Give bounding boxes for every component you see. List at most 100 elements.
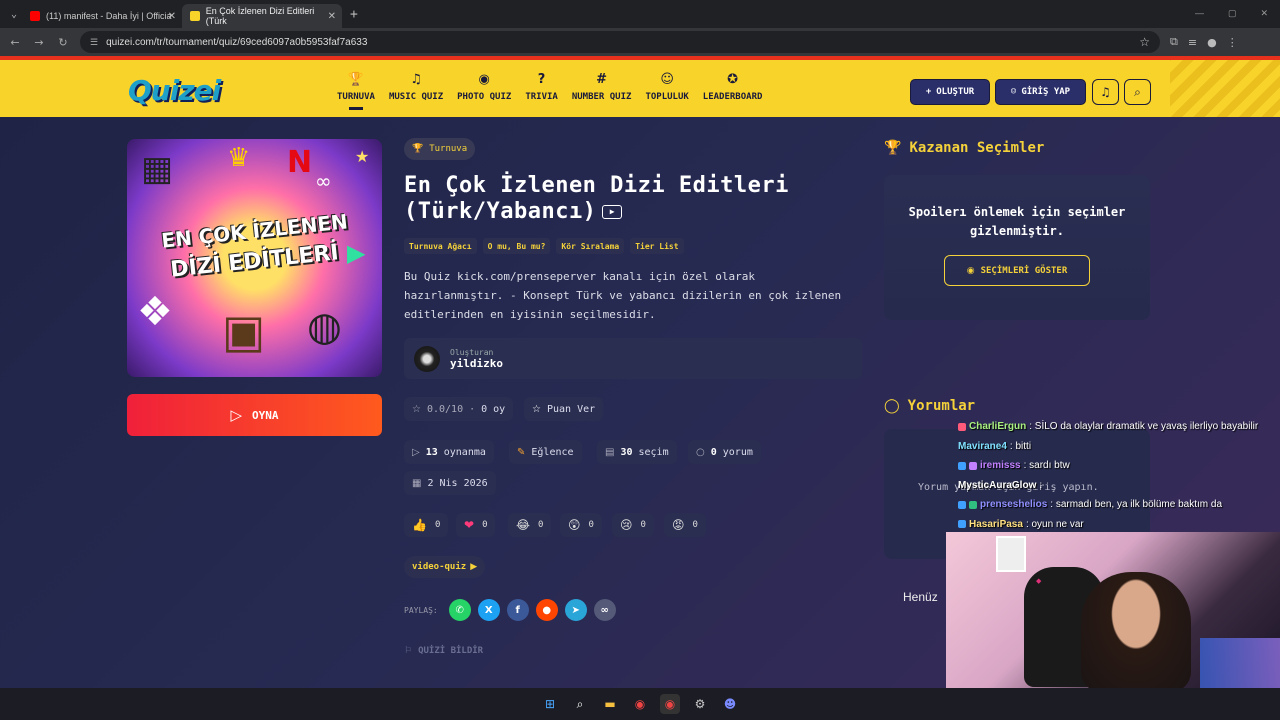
category-pill[interactable]: ✎ Eğlence	[509, 440, 582, 464]
music-icon: ♫	[410, 72, 422, 87]
webcam-overlay: ◆	[946, 532, 1280, 688]
creator-name: yildizko	[450, 356, 503, 370]
forward-icon[interactable]: →	[32, 36, 46, 49]
reaction-like[interactable]: 👍 0	[404, 513, 449, 537]
menu-icon[interactable]: ⋮	[1227, 36, 1238, 49]
sad-icon: 😢	[620, 518, 633, 532]
notifications-bell-icon[interactable]: ♫	[1092, 79, 1119, 105]
extensions-icon[interactable]: ⧉	[1170, 35, 1178, 49]
users-icon: ☺	[660, 72, 674, 87]
hash-icon: #	[596, 72, 608, 87]
site-header: Quizei 🏆 TURNUVA ♫ MUSIC QUIZ ◉ PHOTO QUIZ …	[0, 56, 1280, 117]
minimize-icon[interactable]: —	[1195, 8, 1204, 19]
facebook-icon[interactable]: f	[506, 599, 529, 621]
reload-icon[interactable]: ↻	[56, 36, 70, 49]
comments-label: yorum	[722, 446, 753, 458]
tab-bar: ⌄ (11) manifest - Daha İyi | Officia ✕ E…	[0, 0, 1280, 28]
plays-count: 13	[425, 446, 438, 458]
mode-tag[interactable]: O mu, Bu mu?	[482, 238, 551, 254]
nav-label: NUMBER QUIZ	[571, 92, 632, 102]
heart-icon: ❤	[464, 518, 475, 532]
show-choices-button[interactable]: ◉ SEÇİMLERİ GÖSTER	[944, 255, 1090, 286]
close-tab-icon[interactable]: ✕	[328, 11, 336, 22]
new-tab-icon[interactable]: +	[350, 7, 358, 22]
url-field[interactable]: ☰ quizei.com/tr/tournament/quiz/69ced609…	[80, 31, 1160, 53]
report-quiz-button[interactable]: ⚐ QUİZİ BİLDİR	[404, 646, 483, 656]
maximize-icon[interactable]: ▢	[1228, 8, 1237, 19]
reaction-sad[interactable]: 😢 0	[612, 513, 654, 537]
tab-search-icon[interactable]: ⌄	[6, 6, 22, 22]
chat-text: :	[1039, 479, 1043, 491]
tv-icon: ▣	[222, 304, 266, 358]
play-small-icon: ▶	[470, 562, 478, 572]
chrome-active-icon[interactable]: ◉	[660, 694, 680, 714]
nav-topluluk[interactable]: ☺ TOPLULUK	[638, 72, 695, 102]
nav-leaderboard[interactable]: ✪ LEADERBOARD	[696, 72, 770, 102]
date-pill: ▦ 2 Nis 2026	[404, 471, 496, 495]
windows-start-icon[interactable]: ⊞	[540, 694, 560, 714]
reaction-angry[interactable]: 😡 0	[664, 513, 706, 537]
star-icon: ★	[355, 147, 370, 166]
quizei-logo[interactable]: Quizei	[128, 74, 221, 107]
play-button[interactable]: ▷ OYNA	[127, 394, 382, 436]
close-window-icon[interactable]: ✕	[1260, 8, 1268, 19]
reddit-icon[interactable]: ●	[535, 599, 558, 621]
mode-tag[interactable]: Kör Sıralama	[556, 238, 625, 254]
comment-icon: ○	[696, 446, 705, 458]
wow-icon: 😲	[568, 518, 581, 532]
nav-trivia[interactable]: ? TRIVIA	[518, 72, 565, 102]
crown-icon: ♛	[227, 143, 251, 173]
reaction-count: 0	[482, 520, 488, 530]
media-icon[interactable]: ≡	[1188, 36, 1197, 49]
streamer	[1081, 572, 1191, 688]
search-icon[interactable]: ⌕	[570, 694, 590, 714]
reaction-count: 0	[692, 520, 698, 530]
reaction-count: 0	[588, 520, 594, 530]
profile-icon[interactable]: ●	[1207, 36, 1217, 49]
winners-panel: Spoilerı önlemek için seçimler gizlenmiş…	[884, 175, 1150, 320]
app-icon[interactable]: ⚙	[690, 694, 710, 714]
nav-label: PHOTO QUIZ	[457, 92, 512, 102]
spoiler-message: Spoilerı önlemek için seçimler gizlenmiş…	[908, 205, 1126, 238]
windows-taskbar: ⊞ ⌕ ▬ ◉ ◉ ⚙ ☻	[0, 688, 1280, 720]
chat-message: Mavirane4: bitti	[958, 437, 1280, 457]
reaction-wow[interactable]: 😲 0	[560, 513, 602, 537]
search-icon[interactable]: ⌕	[1124, 79, 1151, 105]
nav-number-quiz[interactable]: # NUMBER QUIZ	[565, 72, 639, 102]
whatsapp-icon[interactable]: ✆	[448, 599, 471, 621]
login-label: GİRİŞ YAP	[1021, 87, 1071, 97]
telegram-icon[interactable]: ➤	[564, 599, 587, 621]
trophy-icon: 🏆	[884, 140, 902, 156]
nav-label: TOPLULUK	[645, 92, 689, 102]
file-explorer-icon[interactable]: ▬	[600, 694, 620, 714]
gamepad-icon: ◍	[307, 304, 342, 350]
back-icon[interactable]: ←	[8, 36, 22, 49]
creator-card[interactable]: Oluşturan yildizko	[404, 338, 862, 379]
login-button[interactable]: ☺ GİRİŞ YAP	[995, 79, 1086, 105]
bookmark-star-icon[interactable]: ☆	[1139, 35, 1150, 49]
discord-icon[interactable]: ☻	[720, 694, 740, 714]
create-button[interactable]: + OLUŞTUR	[910, 79, 990, 105]
nav-photo-quiz[interactable]: ◉ PHOTO QUIZ	[450, 72, 518, 102]
site-info-icon[interactable]: ☰	[90, 37, 98, 48]
share-row: PAYLAŞ: ✆ X f ● ➤ ∞	[404, 599, 616, 621]
flag-icon: ⚐	[404, 646, 413, 656]
reaction-love[interactable]: ❤ 0	[456, 513, 496, 537]
category-icon: ✎	[517, 446, 526, 458]
henuz-text: Henüz	[903, 590, 938, 604]
mode-tag[interactable]: Turnuva Ağacı	[404, 238, 477, 254]
browser-tab-youtube[interactable]: (11) manifest - Daha İyi | Officia ✕	[22, 4, 182, 28]
angry-icon: 😡	[672, 518, 685, 532]
close-tab-icon[interactable]: ✕	[168, 11, 176, 22]
video-quiz-tag[interactable]: video-quiz ▶	[404, 556, 486, 578]
chat-text: : bitti	[1009, 440, 1032, 452]
x-icon[interactable]: X	[477, 599, 500, 621]
reaction-laugh[interactable]: 😂 0	[508, 513, 552, 537]
link-icon[interactable]: ∞	[593, 599, 616, 621]
chrome-icon[interactable]: ◉	[630, 694, 650, 714]
nav-music-quiz[interactable]: ♫ MUSIC QUIZ	[382, 72, 450, 102]
nav-turnuva[interactable]: 🏆 TURNUVA	[330, 72, 382, 110]
mode-tag[interactable]: Tier List	[630, 238, 684, 254]
browser-tab-quizei[interactable]: En Çok İzlenen Dizi Editleri (Türk ✕	[182, 4, 342, 28]
rate-button[interactable]: ☆ Puan Ver	[524, 397, 604, 421]
